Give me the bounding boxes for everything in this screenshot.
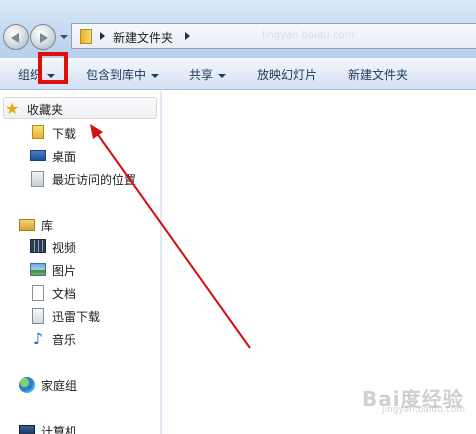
pictures-library-icon xyxy=(30,263,46,276)
nav-item-label: 下载 xyxy=(52,127,77,141)
favorites-label: 收藏夹 xyxy=(27,103,64,117)
include-in-library-label: 包含到库中 xyxy=(86,68,147,82)
share-label: 共享 xyxy=(189,68,214,82)
desktop-icon xyxy=(30,150,46,161)
chevron-down-icon xyxy=(218,73,227,78)
computer-label: 计算机 xyxy=(41,425,78,434)
star-icon: ★ xyxy=(5,99,20,118)
address-bar[interactable]: 新建文件夹 lingyan.baidu.com xyxy=(71,23,476,49)
forward-arrow-icon xyxy=(40,33,48,43)
command-bar: 组织 包含到库中 共享 放映幻灯片 新建文件夹 xyxy=(0,58,476,90)
nav-item-label: 最近访问的位置 xyxy=(52,173,137,187)
title-bar: 新建文件夹 lingyan.baidu.com xyxy=(0,0,476,58)
download-folder-icon xyxy=(32,125,44,139)
nav-item-label: 桌面 xyxy=(52,150,77,164)
music-library-icon: ♪ xyxy=(32,329,44,348)
slideshow-button[interactable]: 放映幻灯片 xyxy=(257,66,317,84)
libraries-label: 库 xyxy=(41,219,54,233)
forward-button[interactable] xyxy=(30,24,56,50)
include-in-library-button[interactable]: 包含到库中 xyxy=(86,66,160,84)
video-library-icon xyxy=(30,239,46,253)
back-button[interactable] xyxy=(3,24,29,50)
share-button[interactable]: 共享 xyxy=(189,66,227,84)
homegroup-label: 家庭组 xyxy=(41,379,78,393)
nav-item-label: 视频 xyxy=(52,241,77,255)
computer-icon xyxy=(19,425,35,434)
new-folder-button[interactable]: 新建文件夹 xyxy=(348,66,408,84)
organize-highlight-box xyxy=(38,52,68,84)
folder-icon xyxy=(80,29,92,44)
nav-item-label: 音乐 xyxy=(52,333,77,347)
watermark-url: jingyan.baidu.com xyxy=(382,405,466,415)
recent-pages-dropdown-icon[interactable] xyxy=(60,35,68,39)
documents-library-icon xyxy=(32,285,44,301)
nav-item-label: 迅雷下载 xyxy=(52,310,101,324)
breadcrumb-current-folder[interactable]: 新建文件夹 xyxy=(113,29,173,46)
watermark: Bai度经验 jingyan.baidu.com xyxy=(362,383,474,417)
nav-item-label: 文档 xyxy=(52,287,77,301)
recent-places-icon xyxy=(31,171,44,187)
breadcrumb-chevron-icon[interactable] xyxy=(100,32,105,40)
breadcrumb-chevron-icon[interactable] xyxy=(185,32,190,40)
address-faded-text: lingyan.baidu.com xyxy=(262,30,355,41)
libraries-icon xyxy=(19,219,35,231)
nav-item-label: 图片 xyxy=(52,264,77,278)
thunder-download-icon xyxy=(32,308,44,324)
chevron-down-icon xyxy=(151,73,160,78)
homegroup-icon xyxy=(19,377,35,393)
navigation-pane: ★ 收藏夹 下载 桌面 最近访问的位置 库 视频 图片 文档 迅雷下载 ♪ 音乐… xyxy=(0,91,161,434)
back-arrow-icon xyxy=(11,33,19,43)
